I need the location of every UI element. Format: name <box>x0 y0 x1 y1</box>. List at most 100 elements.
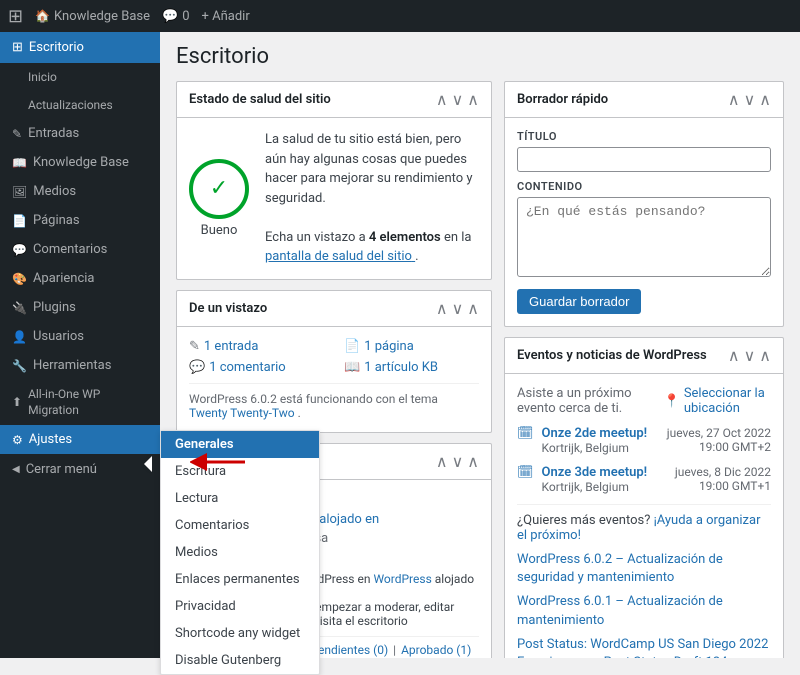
news-link-1[interactable]: WordPress 6.0.2 – Actualización de segur… <box>517 551 771 587</box>
apariencia-icon: 🎨 <box>12 272 27 286</box>
health-label: Bueno <box>189 223 249 238</box>
health-circle: ✓ <box>189 159 249 219</box>
comments-bar-item[interactable]: 💬 0 <box>162 9 190 24</box>
event-item-1: 🗓 Onze 2de meetup! Kortrijk, Belgium jue… <box>517 426 771 455</box>
glance-pages: 📄 1 página <box>344 339 479 354</box>
glance-collapse-icon[interactable]: ∧ <box>436 299 448 318</box>
glance-title: De un vistazo <box>189 301 267 316</box>
news-item-2: WordPress 6.0.1 – Actualización de mante… <box>517 593 771 629</box>
event1-icon: 🗓 <box>517 426 534 441</box>
escritorio-icon: ⊞ <box>12 40 23 55</box>
medios-icon: 🖼 <box>12 185 27 199</box>
kb-icon: 📖 <box>12 156 27 170</box>
draft-collapse-icon[interactable]: ∧ <box>728 90 740 109</box>
news-link-3[interactable]: Post Status: WordCamp US San Diego 2022 … <box>517 636 771 658</box>
filter-pendientes[interactable]: Pendientes (0) <box>311 643 389 657</box>
activity-collapse-icon[interactable]: ∧ <box>436 452 448 471</box>
site-health-widget: Estado de salud del sitio ∧ ∨ ∧ ✓ Bueno <box>176 81 492 280</box>
event1-date: jueves, 27 Oct 2022 19:00 GMT+2 <box>667 426 771 454</box>
events-close-icon[interactable]: ∧ <box>759 346 771 365</box>
comentarios-icon: 💬 <box>12 243 27 257</box>
location-pin-icon: 📍 <box>664 394 680 409</box>
event2-icon: 🗓 <box>517 465 534 480</box>
event1-location: Kortrijk, Belgium <box>542 441 659 455</box>
sidebar-item-paginas[interactable]: 📄 Páginas <box>0 206 160 235</box>
ajustes-icon: ⚙ <box>12 433 23 447</box>
sidebar-item-ajustes[interactable]: ⚙ Ajustes <box>0 425 160 454</box>
entradas-icon: ✎ <box>12 127 22 141</box>
sidebar-item-comentarios[interactable]: 💬 Comentarios <box>0 235 160 264</box>
glance-close-icon[interactable]: ∧ <box>467 299 479 318</box>
save-draft-button[interactable]: Guardar borrador <box>517 289 641 314</box>
submenu-arrow <box>144 456 152 472</box>
draft-close-icon[interactable]: ∧ <box>759 90 771 109</box>
event2-name-link[interactable]: Onze 3de meetup! <box>542 465 648 480</box>
entry-icon: ✎ <box>189 339 200 354</box>
paginas-icon: 📄 <box>12 214 27 228</box>
glance-footer: WordPress 6.0.2 está funcionando con el … <box>189 383 479 420</box>
sidebar-item-inicio[interactable]: Inicio <box>0 63 160 91</box>
select-location-link[interactable]: Seleccionar la ubicación <box>684 386 771 416</box>
activity-expand-icon[interactable]: ∨ <box>452 452 464 471</box>
comments-link[interactable]: 1 comentario <box>209 360 286 375</box>
sidebar-item-knowledge-base[interactable]: 📖 Knowledge Base <box>0 148 160 177</box>
kb-link[interactable]: 1 artículo KB <box>364 360 438 375</box>
glance-entries: ✎ 1 entrada <box>189 339 324 354</box>
quick-draft-title: Borrador rápido <box>517 92 608 107</box>
wp-logo-icon[interactable]: ⊞ <box>8 6 23 27</box>
migration-icon: ⬆ <box>12 395 22 411</box>
event1-name-link[interactable]: Onze 2de meetup! <box>542 426 648 441</box>
page-title: Escritorio <box>176 44 784 69</box>
event2-location: Kortrijk, Belgium <box>542 480 667 494</box>
event2-date: jueves, 8 Dic 2022 19:00 GMT+1 <box>675 465 771 493</box>
usuarios-icon: 👤 <box>12 330 27 344</box>
theme-link[interactable]: Twenty Twenty-Two <box>189 406 295 420</box>
admin-sidebar: ⊞ Escritorio Inicio Actualizaciones ✎ En… <box>0 32 160 658</box>
sidebar-item-actualizaciones[interactable]: Actualizaciones <box>0 91 160 119</box>
sidebar-item-usuarios[interactable]: 👤 Usuarios <box>0 322 160 351</box>
site-health-title: Estado de salud del sitio <box>189 92 331 107</box>
events-expand-icon[interactable]: ∨ <box>744 346 756 365</box>
filter-aprobado[interactable]: Aprobado (1) <box>401 643 471 657</box>
entries-link[interactable]: 1 entrada <box>204 339 258 354</box>
events-widget: Eventos y noticias de WordPress ∧ ∨ ∧ As… <box>504 337 784 658</box>
events-more-text: ¿Quieres más eventos? ¡Ayuda a organizar… <box>517 513 771 543</box>
close-menu-button[interactable]: ◀ Cerrar menú <box>0 454 160 485</box>
sidebar-item-plugins[interactable]: 🔌 Plugins <box>0 293 160 322</box>
close-widget-icon[interactable]: ∧ <box>467 90 479 109</box>
sidebar-item-medios[interactable]: 🖼 Medios <box>0 177 160 206</box>
news-item-3: Post Status: WordCamp US San Diego 2022 … <box>517 636 771 658</box>
pages-link[interactable]: 1 página <box>364 339 414 354</box>
sidebar-item-all-in-one[interactable]: ⬆ All-in-One WP Migration <box>0 380 160 425</box>
page-icon: 📄 <box>344 339 360 354</box>
activity-close-icon[interactable]: ∧ <box>467 452 479 471</box>
sidebar-item-apariencia[interactable]: 🎨 Apariencia <box>0 264 160 293</box>
sidebar-item-herramientas[interactable]: 🔧 Herramientas <box>0 351 160 380</box>
glance-expand-icon[interactable]: ∨ <box>452 299 464 318</box>
event-item-2: 🗓 Onze 3de meetup! Kortrijk, Belgium jue… <box>517 465 771 494</box>
site-health-link[interactable]: pantalla de salud del sitio <box>265 249 415 264</box>
events-location-bar: Asiste a un próximo evento cerca de ti. … <box>517 386 771 416</box>
events-collapse-icon[interactable]: ∧ <box>728 346 740 365</box>
draft-title-input[interactable] <box>517 147 771 172</box>
herramientas-icon: 🔧 <box>12 359 27 373</box>
draft-content-label: Contenido <box>517 180 771 193</box>
sidebar-item-escritorio[interactable]: ⊞ Escritorio <box>0 32 160 63</box>
add-new-bar[interactable]: + Añadir <box>202 9 250 24</box>
admin-bar: ⊞ 🏠 Knowledge Base 💬 0 + Añadir <box>0 0 800 32</box>
glance-comments: 💬 1 comentario <box>189 360 324 375</box>
draft-content-input[interactable] <box>517 197 771 277</box>
health-description: La salud de tu sitio está bien, pero aún… <box>265 130 479 267</box>
expand-icon[interactable]: ∨ <box>452 90 464 109</box>
kb-glance-icon: 📖 <box>344 360 360 375</box>
comment-author-link[interactable]: WordPress <box>373 572 431 586</box>
quick-draft-widget: Borrador rápido ∧ ∨ ∧ Título Contenido <box>504 81 784 327</box>
collapse-icon[interactable]: ∧ <box>436 90 448 109</box>
news-link-2[interactable]: WordPress 6.0.1 – Actualización de mante… <box>517 593 771 629</box>
draft-title-label: Título <box>517 130 771 143</box>
bubble-icon: 💬 <box>162 9 178 24</box>
site-name-link[interactable]: 🏠 Knowledge Base <box>35 9 150 24</box>
comment-icon: 💬 <box>189 360 205 375</box>
draft-expand-icon[interactable]: ∨ <box>744 90 756 109</box>
sidebar-item-entradas[interactable]: ✎ Entradas <box>0 119 160 148</box>
